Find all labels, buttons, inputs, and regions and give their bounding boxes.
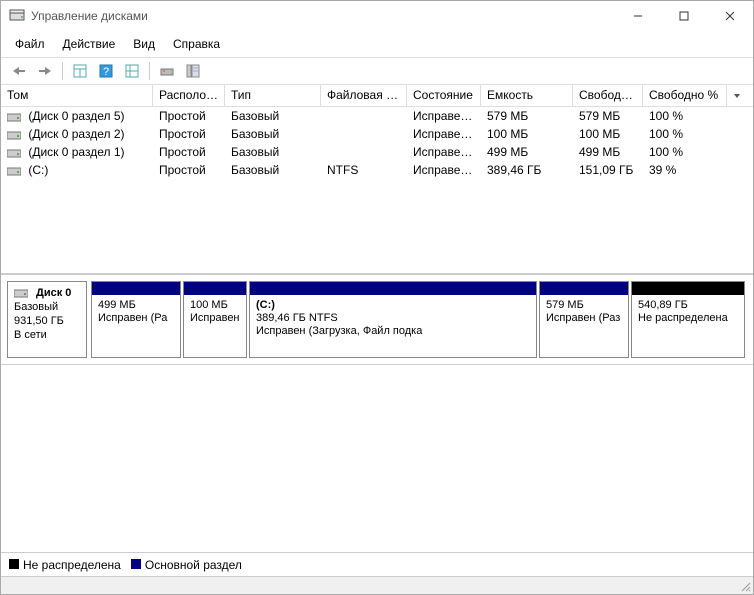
disk-type: Базовый — [14, 300, 80, 314]
forward-button[interactable] — [33, 60, 57, 82]
window-buttons — [615, 1, 753, 31]
close-button[interactable] — [707, 1, 753, 31]
volume-icon — [7, 147, 21, 159]
col-layout[interactable]: Располо… — [153, 85, 225, 106]
table-row[interactable]: (C:)ПростойБазовыйNTFSИсправен…389,46 ГБ… — [1, 161, 753, 179]
disk-header[interactable]: Диск 0 Базовый 931,50 ГБ В сети — [7, 281, 87, 358]
help-button[interactable]: ? — [94, 60, 118, 82]
disk-status: В сети — [14, 328, 80, 342]
col-scroll-spacer[interactable] — [727, 85, 747, 106]
col-free[interactable]: Свобод… — [573, 85, 643, 106]
refresh-button[interactable] — [155, 60, 179, 82]
col-volume[interactable]: Том — [1, 85, 153, 106]
back-button[interactable] — [7, 60, 31, 82]
minimize-button[interactable] — [615, 1, 661, 31]
resize-grip-icon[interactable] — [735, 577, 753, 594]
col-type[interactable]: Тип — [225, 85, 321, 106]
status-bar — [1, 576, 753, 594]
graphical-view: Диск 0 Базовый 931,50 ГБ В сети 499 МБИс… — [1, 275, 753, 365]
legend: Не распределена Основной раздел — [1, 552, 753, 576]
table-row[interactable]: (Диск 0 раздел 5)ПростойБазовыйИсправен…… — [1, 107, 753, 125]
view-graphical-button[interactable] — [120, 60, 144, 82]
volume-icon — [7, 165, 21, 177]
view-list-button[interactable] — [68, 60, 92, 82]
partition[interactable]: 499 МБИсправен (Ра — [91, 281, 181, 358]
menu-view[interactable]: Вид — [127, 35, 161, 53]
disk-size: 931,50 ГБ — [14, 314, 80, 328]
volume-rows: (Диск 0 раздел 5)ПростойБазовыйИсправен…… — [1, 107, 753, 273]
col-fs[interactable]: Файловая с… — [321, 85, 407, 106]
svg-text:?: ? — [103, 66, 109, 78]
partition[interactable]: 540,89 ГБНе распределена — [631, 281, 745, 358]
partition[interactable]: 100 МБИсправен — [183, 281, 247, 358]
window-title: Управление дисками — [31, 9, 615, 23]
table-row[interactable]: (Диск 0 раздел 1)ПростойБазовыйИсправен…… — [1, 143, 753, 161]
volume-icon — [7, 129, 21, 141]
column-headers: Том Располо… Тип Файловая с… Состояние Е… — [1, 85, 753, 107]
maximize-button[interactable] — [661, 1, 707, 31]
disk-management-window: Управление дисками Файл Действие Вид Спр… — [0, 0, 754, 595]
partition-map: 499 МБИсправен (Ра100 МБИсправен(C:)389,… — [91, 281, 745, 358]
toolbar-separator — [62, 62, 63, 80]
disk-name: Диск 0 — [36, 286, 71, 300]
col-capacity[interactable]: Емкость — [481, 85, 573, 106]
menu-action[interactable]: Действие — [57, 35, 122, 53]
menu-file[interactable]: Файл — [9, 35, 51, 53]
toolbar: ? — [1, 57, 753, 85]
menu-help[interactable]: Справка — [167, 35, 226, 53]
menu-bar: Файл Действие Вид Справка — [1, 31, 753, 57]
legend-unallocated: Не распределена — [9, 558, 121, 572]
empty-area — [1, 365, 753, 553]
toolbar-separator — [149, 62, 150, 80]
partition[interactable]: 579 МБИсправен (Раз — [539, 281, 629, 358]
app-icon — [9, 8, 25, 24]
titlebar[interactable]: Управление дисками — [1, 1, 753, 31]
disk-icon — [14, 287, 28, 299]
properties-button[interactable] — [181, 60, 205, 82]
legend-primary: Основной раздел — [131, 558, 242, 572]
col-status[interactable]: Состояние — [407, 85, 481, 106]
partition[interactable]: (C:)389,46 ГБ NTFSИсправен (Загрузка, Фа… — [249, 281, 537, 358]
volume-list[interactable]: Том Располо… Тип Файловая с… Состояние Е… — [1, 85, 753, 275]
volume-icon — [7, 111, 21, 123]
col-pctfree[interactable]: Свободно % — [643, 85, 727, 106]
table-row[interactable]: (Диск 0 раздел 2)ПростойБазовыйИсправен…… — [1, 125, 753, 143]
